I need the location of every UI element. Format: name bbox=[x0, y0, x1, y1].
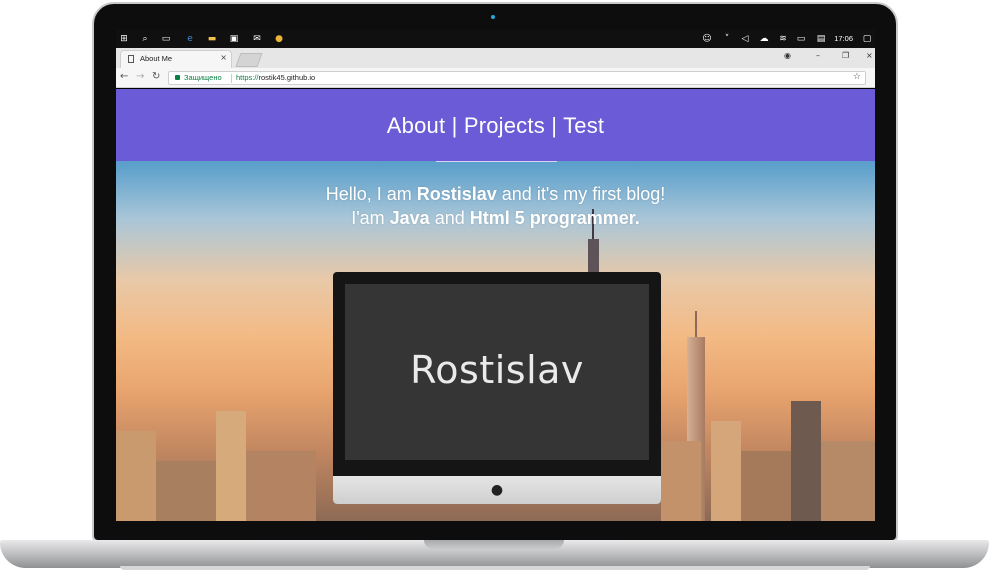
wifi-icon[interactable]: ≋ bbox=[778, 34, 788, 44]
back-arrow-icon[interactable]: ← bbox=[120, 71, 128, 83]
skyline-tower bbox=[588, 239, 599, 275]
hero-text-segment: and bbox=[429, 208, 470, 228]
url-host: rostik45.github.io bbox=[258, 73, 316, 82]
laptop-foot bbox=[120, 566, 870, 570]
keyboard-icon[interactable]: ▭ bbox=[796, 34, 806, 44]
profile-icon[interactable]: ◉ bbox=[784, 51, 791, 60]
imac-name-text: Rostislav bbox=[410, 348, 584, 392]
minimize-icon[interactable]: – bbox=[816, 51, 820, 60]
imac-illustration: Rostislav ● bbox=[333, 272, 661, 504]
hero-skill-java: Java bbox=[389, 208, 430, 228]
search-icon[interactable]: ⌕ bbox=[140, 34, 150, 44]
browser-toolbar: ← → ↻ Защищено https://rostik45.github.i… bbox=[116, 68, 875, 88]
browser-tabstrip: About Me × ◉ – ❐ × bbox=[116, 48, 875, 68]
nav-link-test[interactable]: Test bbox=[563, 113, 604, 138]
laptop-notch bbox=[424, 540, 564, 549]
mail-icon[interactable]: ✉ bbox=[252, 34, 262, 44]
chevron-up-icon[interactable]: ˅ bbox=[722, 34, 732, 44]
nav-underline bbox=[436, 161, 557, 162]
notification-icon[interactable]: ▢ bbox=[862, 34, 872, 44]
windows-taskbar: ⊞ ⌕ ▭ e ▬ ▣ ✉ ● ☺ ˅ ◁ ☁ ≋ ▭ ▤ 17:06 ▢ bbox=[116, 30, 875, 48]
hero-skill-html: Html 5 programmer. bbox=[469, 208, 640, 228]
store-icon[interactable]: ▣ bbox=[229, 34, 239, 44]
address-separator bbox=[231, 74, 232, 83]
nav-link-projects[interactable]: Projects bbox=[464, 113, 545, 138]
hero-line-2: I'am Java and Html 5 programmer. bbox=[116, 206, 875, 230]
imac-chin: ● bbox=[333, 476, 661, 504]
task-view-icon[interactable]: ▭ bbox=[161, 34, 171, 44]
skyline-wtc-spire bbox=[695, 311, 697, 339]
restore-icon[interactable]: ❐ bbox=[842, 51, 849, 60]
hero-name: Rostislav bbox=[416, 184, 497, 204]
laptop-screen: ⊞ ⌕ ▭ e ▬ ▣ ✉ ● ☺ ˅ ◁ ☁ ≋ ▭ ▤ 17:06 ▢ Ab… bbox=[116, 30, 875, 521]
reload-icon[interactable]: ↻ bbox=[152, 71, 160, 83]
volume-icon[interactable]: ◁ bbox=[740, 34, 750, 44]
web-page: About | Projects | Test Hello, I am Rost… bbox=[116, 89, 875, 521]
imac-screen: Rostislav bbox=[345, 284, 649, 460]
tab-title: About Me bbox=[140, 54, 173, 63]
hero-line-1: Hello, I am Rostislav and it's my first … bbox=[116, 182, 875, 206]
edge-browser-icon[interactable]: e bbox=[185, 34, 195, 44]
address-bar[interactable]: Защищено https://rostik45.github.io ☆ bbox=[168, 71, 866, 85]
hero-text-segment: Hello, I am bbox=[325, 184, 417, 204]
site-nav-links: About | Projects | Test bbox=[116, 113, 875, 139]
document-icon bbox=[128, 55, 134, 63]
secure-label: Защищено bbox=[184, 73, 222, 82]
site-navbar: About | Projects | Test bbox=[116, 89, 875, 161]
language-icon[interactable]: ▤ bbox=[816, 34, 826, 44]
hero-text-segment: and it's my first blog! bbox=[496, 184, 666, 204]
browser-tab[interactable]: About Me × bbox=[120, 50, 232, 68]
file-explorer-icon[interactable]: ▬ bbox=[207, 34, 217, 44]
bookmark-star-icon[interactable]: ☆ bbox=[853, 72, 861, 82]
url-scheme: https:// bbox=[236, 73, 259, 82]
hero-text-segment: I'am bbox=[351, 208, 390, 228]
windows-start-icon[interactable]: ⊞ bbox=[119, 34, 129, 44]
chrome-icon[interactable]: ● bbox=[274, 34, 284, 44]
new-tab-button[interactable] bbox=[235, 53, 263, 67]
close-window-icon[interactable]: × bbox=[866, 51, 873, 60]
tab-close-icon[interactable]: × bbox=[220, 53, 227, 62]
taskbar-clock[interactable]: 17:06 bbox=[834, 34, 853, 43]
onedrive-icon[interactable]: ☁ bbox=[759, 34, 769, 44]
webcam bbox=[491, 15, 495, 19]
people-icon[interactable]: ☺ bbox=[702, 34, 712, 44]
nav-link-about[interactable]: About bbox=[387, 113, 446, 138]
forward-arrow-icon[interactable]: → bbox=[136, 71, 144, 83]
hero-text: Hello, I am Rostislav and it's my first … bbox=[116, 182, 875, 230]
nav-separator: | bbox=[451, 113, 458, 138]
url-text[interactable]: https://rostik45.github.io bbox=[236, 73, 315, 82]
nav-separator: | bbox=[551, 113, 558, 138]
apple-logo-icon: ● bbox=[490, 482, 504, 498]
laptop-mockup: ⊞ ⌕ ▭ e ▬ ▣ ✉ ● ☺ ˅ ◁ ☁ ≋ ▭ ▤ 17:06 ▢ Ab… bbox=[0, 0, 989, 571]
lock-icon bbox=[175, 75, 180, 80]
